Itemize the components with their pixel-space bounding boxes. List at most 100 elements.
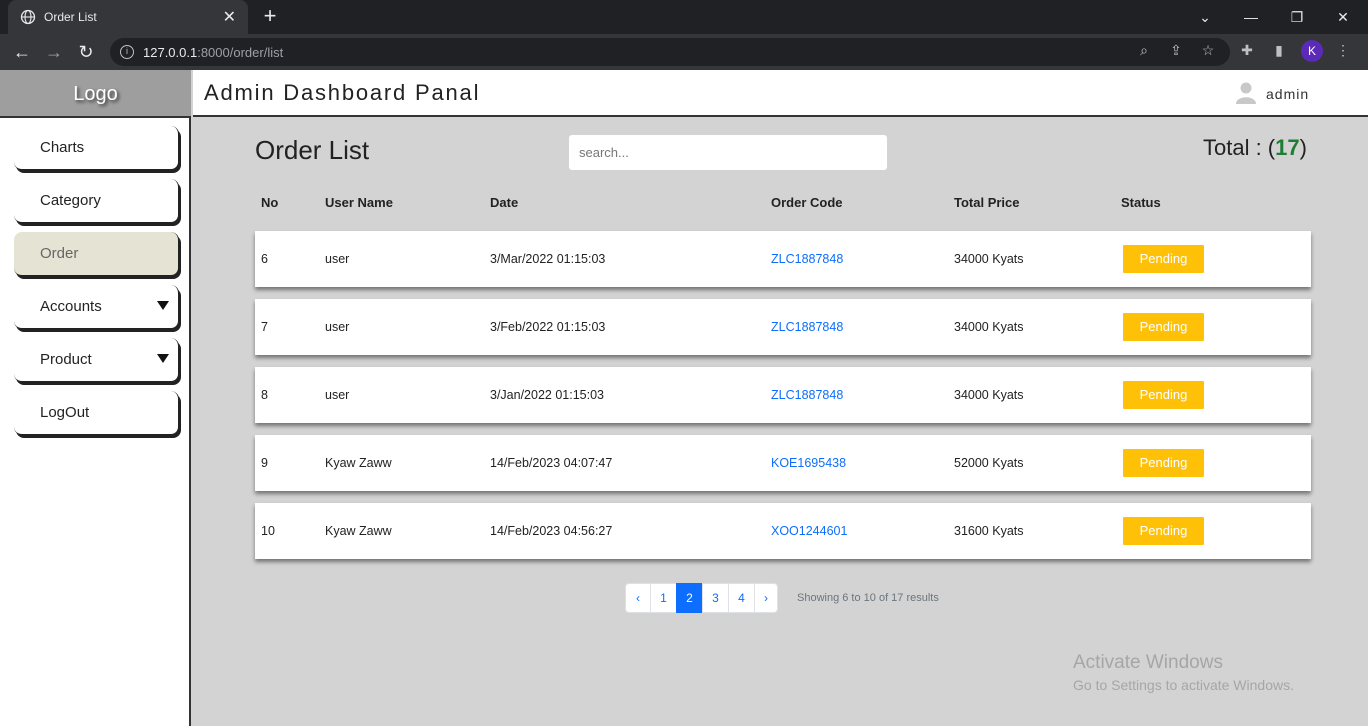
top-header: Admin Dashboard Panal admin: [193, 70, 1368, 117]
cell-username: Kyaw Zaww: [325, 456, 392, 470]
sidebar-item-label: Order: [40, 245, 79, 262]
restore-button[interactable]: ❐: [1274, 0, 1320, 34]
column-header-username: User Name: [325, 195, 393, 210]
pagination-page-4[interactable]: 4: [728, 583, 755, 613]
column-header-no: No: [261, 195, 279, 210]
cell-date: 3/Jan/2022 01:15:03: [490, 388, 604, 402]
browser-tabbar: Order List ✕ + ⌄ — ❐ ✕: [0, 0, 1368, 34]
zoom-icon[interactable]: ⌕: [1134, 40, 1154, 60]
url-host: 127.0.0.1: [143, 44, 198, 60]
search-input[interactable]: [569, 135, 887, 170]
cell-total-price: 34000 Kyats: [954, 388, 1024, 402]
cell-no: 7: [261, 320, 268, 334]
activation-watermark-title: Activate Windows: [1073, 652, 1223, 673]
caret-down-icon: [157, 354, 169, 363]
column-header-date: Date: [490, 195, 519, 210]
table-row: 8 user 3/Jan/2022 01:15:03 ZLC1887848 34…: [255, 367, 1311, 423]
sidebar-item-accounts[interactable]: Accounts: [14, 285, 179, 329]
cell-date: 3/Feb/2022 01:15:03: [490, 320, 606, 334]
cell-date: 14/Feb/2023 04:07:47: [490, 456, 613, 470]
share-icon[interactable]: ⇪: [1166, 40, 1186, 60]
status-badge[interactable]: Pending: [1123, 449, 1204, 477]
order-code-link[interactable]: ZLC1887848: [771, 388, 843, 402]
new-tab-button[interactable]: +: [258, 4, 282, 28]
globe-icon: [20, 9, 36, 25]
order-code-link[interactable]: ZLC1887848: [771, 320, 843, 334]
column-header-order-code: Order Code: [771, 195, 843, 210]
cell-date: 14/Feb/2023 04:56:27: [490, 524, 613, 538]
table-row: 7 user 3/Feb/2022 01:15:03 ZLC1887848 34…: [255, 299, 1311, 355]
pagination-summary: Showing 6 to 10 of 17 results: [797, 592, 939, 604]
pagination: ‹ 1 2 3 4 ›: [625, 583, 778, 613]
status-badge[interactable]: Pending: [1123, 381, 1204, 409]
table-row: 10 Kyaw Zaww 14/Feb/2023 04:56:27 XOO124…: [255, 503, 1311, 559]
sidebar-item-label: Accounts: [40, 298, 102, 315]
total-value: 17: [1275, 135, 1300, 160]
status-badge[interactable]: Pending: [1123, 313, 1204, 341]
sidebar-item-logout[interactable]: LogOut: [14, 391, 179, 435]
profile-avatar[interactable]: K: [1301, 40, 1323, 62]
sidebar-item-label: LogOut: [40, 404, 90, 421]
caret-down-icon: [157, 301, 169, 310]
cell-username: user: [325, 388, 350, 402]
close-tab-icon[interactable]: ✕: [223, 7, 236, 27]
page-title: Admin Dashboard Panal: [204, 80, 481, 105]
sidebar-item-charts[interactable]: Charts: [14, 126, 179, 170]
forward-icon[interactable]: →: [42, 40, 66, 64]
bookmark-star-icon[interactable]: ☆: [1198, 40, 1218, 60]
url-path: :8000/order/list: [197, 44, 284, 60]
user-icon[interactable]: [1235, 81, 1257, 105]
cell-username: user: [325, 320, 350, 334]
address-bar[interactable]: i 127.0.0.1:8000/order/list: [110, 38, 1230, 66]
status-badge[interactable]: Pending: [1123, 245, 1204, 273]
back-icon[interactable]: ←: [10, 40, 34, 64]
cell-no: 6: [261, 252, 268, 266]
sidebar-item-label: Charts: [40, 139, 85, 156]
column-header-status: Status: [1121, 195, 1161, 210]
column-header-total-price: Total Price: [954, 195, 1020, 210]
order-code-link[interactable]: KOE1695438: [771, 456, 846, 470]
order-code-link[interactable]: XOO1244601: [771, 524, 847, 538]
sidebar-item-label: Category: [40, 192, 101, 209]
username[interactable]: admin: [1266, 86, 1309, 102]
tab-title: Order List: [44, 10, 97, 24]
pagination-next[interactable]: ›: [754, 583, 778, 613]
cell-username: Kyaw Zaww: [325, 524, 392, 538]
site-info-icon[interactable]: i: [120, 45, 134, 59]
logo: Logo: [0, 70, 191, 118]
table-row: 6 user 3/Mar/2022 01:15:03 ZLC1887848 34…: [255, 231, 1311, 287]
pagination-page-3[interactable]: 3: [702, 583, 729, 613]
reload-icon[interactable]: ↻: [74, 40, 98, 64]
section-title: Order List: [255, 135, 370, 165]
pagination-prev[interactable]: ‹: [625, 583, 651, 613]
cell-no: 10: [261, 524, 275, 538]
cell-total-price: 34000 Kyats: [954, 252, 1024, 266]
sidebar-item-order[interactable]: Order: [14, 232, 179, 276]
total-count: Total : (17): [1203, 135, 1307, 160]
status-badge[interactable]: Pending: [1123, 517, 1204, 545]
table-header: No User Name Date Order Code Total Price…: [255, 195, 1311, 213]
tab-search-icon[interactable]: ⌄: [1182, 0, 1228, 34]
activation-watermark-text: Go to Settings to activate Windows.: [1073, 677, 1294, 693]
browser-toolbar: ← → ↻ i 127.0.0.1:8000/order/list ⌕ ⇪ ☆ …: [0, 34, 1368, 70]
sidebar-item-category[interactable]: Category: [14, 179, 179, 223]
cell-no: 8: [261, 388, 268, 402]
cell-no: 9: [261, 456, 268, 470]
browser-tab[interactable]: Order List ✕: [8, 0, 248, 34]
close-window-button[interactable]: ✕: [1320, 0, 1366, 34]
cell-username: user: [325, 252, 350, 266]
minimize-button[interactable]: —: [1228, 0, 1274, 34]
extensions-icon[interactable]: ✚: [1237, 40, 1257, 60]
cell-total-price: 52000 Kyats: [954, 456, 1024, 470]
pagination-page-1[interactable]: 1: [650, 583, 677, 613]
pagination-page-2[interactable]: 2: [676, 583, 703, 613]
menu-icon[interactable]: ⋮: [1333, 40, 1353, 60]
table-row: 9 Kyaw Zaww 14/Feb/2023 04:07:47 KOE1695…: [255, 435, 1311, 491]
order-code-link[interactable]: ZLC1887848: [771, 252, 843, 266]
cell-date: 3/Mar/2022 01:15:03: [490, 252, 606, 266]
side-panel-icon[interactable]: ▮: [1269, 40, 1289, 60]
sidebar-item-label: Product: [40, 351, 92, 368]
sidebar-item-product[interactable]: Product: [14, 338, 179, 382]
cell-total-price: 34000 Kyats: [954, 320, 1024, 334]
cell-total-price: 31600 Kyats: [954, 524, 1024, 538]
